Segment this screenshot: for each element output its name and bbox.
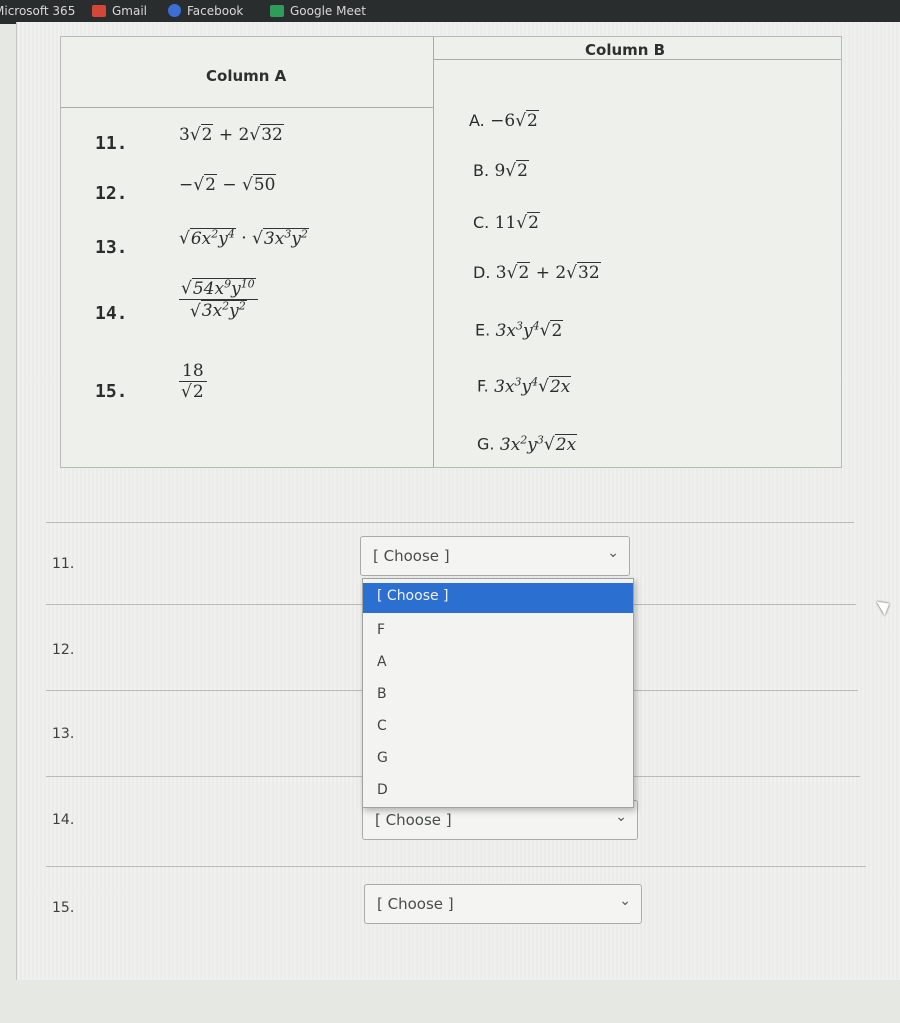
row-label: 12.	[52, 642, 75, 658]
question-12-expression: −√2 − √50	[179, 174, 277, 195]
bookmark-label: Gmail	[112, 4, 148, 18]
answer-letter: B.	[473, 161, 490, 180]
bookmark-facebook[interactable]: Facebook	[168, 4, 243, 18]
bookmark-label: Microsoft 365	[0, 4, 76, 18]
question-13-expression: √6x2y4 · √3x3y2	[179, 227, 309, 249]
dropdown-option-choose[interactable]: [ Choose ]	[363, 583, 633, 613]
matching-table-image: Column A Column B 11. 3√2 + 2√32 12. −√2…	[60, 36, 842, 468]
dropdown-option-b[interactable]: B	[363, 681, 633, 711]
dropdown-option-g[interactable]: G	[363, 745, 633, 775]
bookmark-microsoft-365[interactable]: Microsoft 365	[0, 4, 75, 18]
dropdown-option-f[interactable]: F	[363, 617, 633, 647]
answer-d: D. 3√2 + 2√32	[473, 262, 601, 283]
row-label: 11.	[52, 556, 75, 572]
row-label: 14.	[52, 812, 75, 828]
question-14-expression: √54x9y10 √3x2y2	[179, 277, 258, 322]
answer-letter: A.	[469, 111, 485, 130]
answer-e: E. 3x3y4√2	[475, 319, 564, 341]
bookmark-label: Facebook	[187, 4, 244, 18]
chevron-down-icon: ⌄	[607, 545, 619, 561]
answer-letter: E.	[475, 320, 491, 340]
option-label: F	[377, 622, 386, 638]
question-number: 12.	[95, 183, 128, 204]
dropdown-option-d[interactable]: D	[363, 777, 633, 807]
meet-icon	[270, 5, 284, 17]
bookmark-google-meet[interactable]: Google Meet	[270, 4, 366, 18]
chevron-down-icon: ⌄	[615, 809, 627, 825]
answer-select-11[interactable]: [ Choose ] ⌄	[360, 536, 630, 576]
question-number: 15.	[95, 381, 128, 402]
table-divider	[433, 37, 434, 467]
answer-select-15[interactable]: [ Choose ] ⌄	[364, 884, 642, 924]
answer-letter: D.	[473, 263, 491, 282]
gmail-icon	[92, 5, 106, 17]
answer-letter: C.	[473, 213, 490, 232]
question-number: 11.	[95, 133, 128, 154]
answer-f: F. 3x3y4√2x	[477, 375, 572, 397]
answer-a: A. −6√2	[469, 110, 539, 131]
answer-g: G. 3x2y3√2x	[477, 433, 578, 455]
facebook-icon	[168, 4, 181, 17]
answer-c: C. 11√2	[473, 212, 540, 233]
option-label: G	[377, 750, 388, 766]
question-number: 13.	[95, 237, 128, 258]
select-value: [ Choose ]	[377, 895, 454, 913]
option-label: C	[377, 718, 387, 734]
column-b-header: Column B	[585, 41, 666, 59]
row-label: 15.	[52, 900, 75, 916]
select-value: [ Choose ]	[375, 811, 452, 829]
row-label: 13.	[52, 726, 75, 742]
column-a-header: Column A	[206, 67, 287, 85]
option-label: D	[377, 782, 388, 798]
bookmark-label: Google Meet	[290, 4, 366, 18]
answer-letter: G.	[477, 434, 495, 454]
option-label: A	[377, 654, 387, 670]
row-divider	[46, 866, 866, 867]
dropdown-option-c[interactable]: C	[363, 713, 633, 743]
question-15-expression: 18 √2	[179, 361, 207, 402]
chevron-down-icon: ⌄	[619, 893, 631, 909]
answer-dropdown-list: [ Choose ] F A B C G D	[362, 578, 634, 808]
select-value: [ Choose ]	[373, 547, 450, 565]
bookmarks-bar: Microsoft 365 Gmail Facebook Google Meet	[0, 0, 900, 24]
answer-b: B. 9√2	[473, 160, 529, 181]
question-number: 14.	[95, 303, 128, 324]
question-11-expression: 3√2 + 2√32	[179, 124, 284, 145]
table-divider	[61, 107, 433, 108]
table-divider	[433, 59, 841, 60]
answer-letter: F.	[477, 376, 489, 396]
option-label: [ Choose ]	[377, 588, 449, 604]
dropdown-option-a[interactable]: A	[363, 649, 633, 679]
row-divider	[46, 522, 854, 523]
bookmark-gmail[interactable]: Gmail	[92, 4, 147, 18]
option-label: B	[377, 686, 387, 702]
